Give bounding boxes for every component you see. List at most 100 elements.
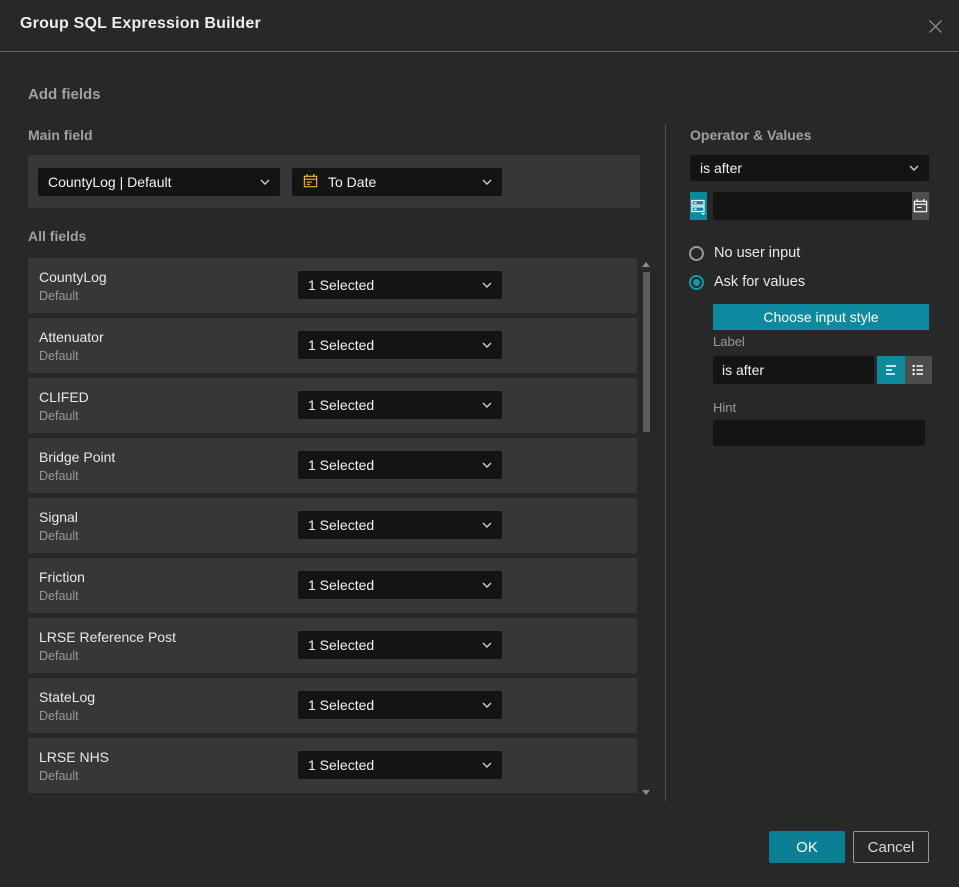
dialog-title: Group SQL Expression Builder bbox=[20, 15, 261, 32]
field-name: Bridge Point bbox=[39, 449, 116, 465]
ok-button[interactable]: OK bbox=[769, 831, 845, 863]
field-name: CLIFED bbox=[39, 389, 89, 405]
value-source-button[interactable] bbox=[690, 192, 707, 220]
radio-no-user-input[interactable]: No user input bbox=[689, 245, 800, 261]
field-row: CLIFED Default 1 Selected bbox=[28, 378, 637, 433]
field-values-select[interactable]: 1 Selected bbox=[298, 391, 502, 419]
main-date-select[interactable]: To Date bbox=[292, 167, 502, 196]
field-subtitle: Default bbox=[39, 469, 79, 483]
chevron-down-icon bbox=[482, 179, 492, 185]
field-row: Friction Default 1 Selected bbox=[28, 558, 637, 613]
field-name: StateLog bbox=[39, 689, 96, 705]
operator-select[interactable]: is after bbox=[690, 155, 929, 181]
bullet-list-icon bbox=[912, 364, 924, 376]
field-values-select-value: 1 Selected bbox=[308, 637, 375, 653]
chevron-down-icon bbox=[260, 179, 270, 185]
group-sql-expression-builder-dialog: Group SQL Expression Builder Add fields … bbox=[0, 0, 959, 887]
dialog-header: Group SQL Expression Builder bbox=[0, 0, 959, 52]
field-values-select[interactable]: 1 Selected bbox=[298, 451, 502, 479]
field-values-select[interactable]: 1 Selected bbox=[298, 631, 502, 659]
chevron-down-icon bbox=[482, 342, 492, 348]
label-input[interactable] bbox=[713, 356, 874, 384]
field-name: Signal bbox=[39, 509, 78, 525]
close-icon bbox=[928, 19, 942, 33]
radio-ask-for-values-label: Ask for values bbox=[714, 274, 806, 290]
main-field-select-value: CountyLog | Default bbox=[48, 173, 172, 190]
field-values-select[interactable]: 1 Selected bbox=[298, 691, 502, 719]
field-values-select[interactable]: 1 Selected bbox=[298, 751, 502, 779]
chevron-down-icon bbox=[482, 642, 492, 648]
main-field-panel: CountyLog | Default To Date bbox=[28, 155, 640, 208]
field-subtitle: Default bbox=[39, 349, 79, 363]
all-fields-list: CountyLog Default 1 Selected Attenuator … bbox=[28, 258, 637, 798]
field-name: Attenuator bbox=[39, 329, 104, 345]
value-input[interactable] bbox=[713, 192, 912, 220]
main-field-select[interactable]: CountyLog | Default bbox=[38, 167, 280, 196]
chevron-down-icon bbox=[482, 282, 492, 288]
operator-select-value: is after bbox=[700, 160, 743, 176]
field-values-select-value: 1 Selected bbox=[308, 757, 375, 773]
field-values-select-value: 1 Selected bbox=[308, 517, 375, 533]
hint-caption: Hint bbox=[713, 400, 737, 415]
field-name: LRSE Reference Post bbox=[39, 629, 176, 645]
field-values-select-value: 1 Selected bbox=[308, 277, 375, 293]
field-values-select[interactable]: 1 Selected bbox=[298, 511, 502, 539]
panel-divider bbox=[665, 125, 666, 801]
field-subtitle: Default bbox=[39, 289, 79, 303]
field-subtitle: Default bbox=[39, 529, 79, 543]
fields-list-scrollbar[interactable] bbox=[641, 258, 652, 800]
align-left-icon bbox=[885, 365, 896, 375]
scroll-down-arrow-icon[interactable] bbox=[642, 790, 650, 795]
hint-input[interactable] bbox=[713, 420, 925, 446]
field-subtitle: Default bbox=[39, 649, 79, 663]
chevron-down-icon bbox=[482, 582, 492, 588]
field-values-select-value: 1 Selected bbox=[308, 697, 375, 713]
field-name: LRSE NHS bbox=[39, 749, 110, 765]
field-values-select[interactable]: 1 Selected bbox=[298, 331, 502, 359]
radio-unchecked-icon bbox=[689, 245, 704, 261]
close-button[interactable] bbox=[925, 16, 945, 36]
chevron-down-icon bbox=[482, 762, 492, 768]
scroll-up-arrow-icon[interactable] bbox=[642, 262, 650, 267]
field-values-select-value: 1 Selected bbox=[308, 457, 375, 473]
radio-checked-icon bbox=[689, 274, 704, 290]
chevron-down-icon bbox=[482, 702, 492, 708]
chevron-down-icon bbox=[482, 462, 492, 468]
date-picker-button[interactable] bbox=[912, 192, 929, 220]
radio-ask-for-values[interactable]: Ask for values bbox=[689, 274, 805, 290]
radio-no-user-input-label: No user input bbox=[714, 245, 801, 261]
field-row: LRSE NHS Default 1 Selected bbox=[28, 738, 637, 793]
field-row: CountyLog Default 1 Selected bbox=[28, 258, 637, 313]
label-style-list-button[interactable] bbox=[904, 356, 932, 384]
chevron-down-icon bbox=[482, 522, 492, 528]
stack-icon bbox=[691, 199, 706, 215]
label-caption: Label bbox=[713, 334, 745, 349]
chevron-down-icon bbox=[909, 165, 919, 171]
field-values-select-value: 1 Selected bbox=[308, 577, 375, 593]
field-values-select[interactable]: 1 Selected bbox=[298, 571, 502, 599]
field-name: CountyLog bbox=[39, 269, 107, 285]
field-row: Signal Default 1 Selected bbox=[28, 498, 637, 553]
operator-values-heading: Operator & Values bbox=[690, 127, 812, 143]
field-values-select[interactable]: 1 Selected bbox=[298, 271, 502, 299]
calendar-icon bbox=[303, 174, 318, 188]
scrollbar-thumb[interactable] bbox=[643, 272, 650, 432]
all-fields-heading: All fields bbox=[28, 228, 87, 244]
label-style-textbox-button[interactable] bbox=[877, 356, 905, 384]
field-subtitle: Default bbox=[39, 769, 79, 783]
field-row: Bridge Point Default 1 Selected bbox=[28, 438, 637, 493]
main-field-heading: Main field bbox=[28, 127, 93, 143]
add-fields-heading: Add fields bbox=[28, 86, 101, 103]
field-subtitle: Default bbox=[39, 409, 79, 423]
field-row: LRSE Reference Post Default 1 Selected bbox=[28, 618, 637, 673]
field-row: Attenuator Default 1 Selected bbox=[28, 318, 637, 373]
field-row: StateLog Default 1 Selected bbox=[28, 678, 637, 733]
calendar-icon bbox=[913, 198, 928, 212]
choose-input-style-button[interactable]: Choose input style bbox=[713, 304, 929, 330]
cancel-button[interactable]: Cancel bbox=[853, 831, 929, 863]
field-values-select-value: 1 Selected bbox=[308, 397, 375, 413]
field-subtitle: Default bbox=[39, 709, 79, 723]
field-name: Friction bbox=[39, 569, 85, 585]
field-values-select-value: 1 Selected bbox=[308, 337, 375, 353]
value-input-row bbox=[690, 192, 929, 220]
